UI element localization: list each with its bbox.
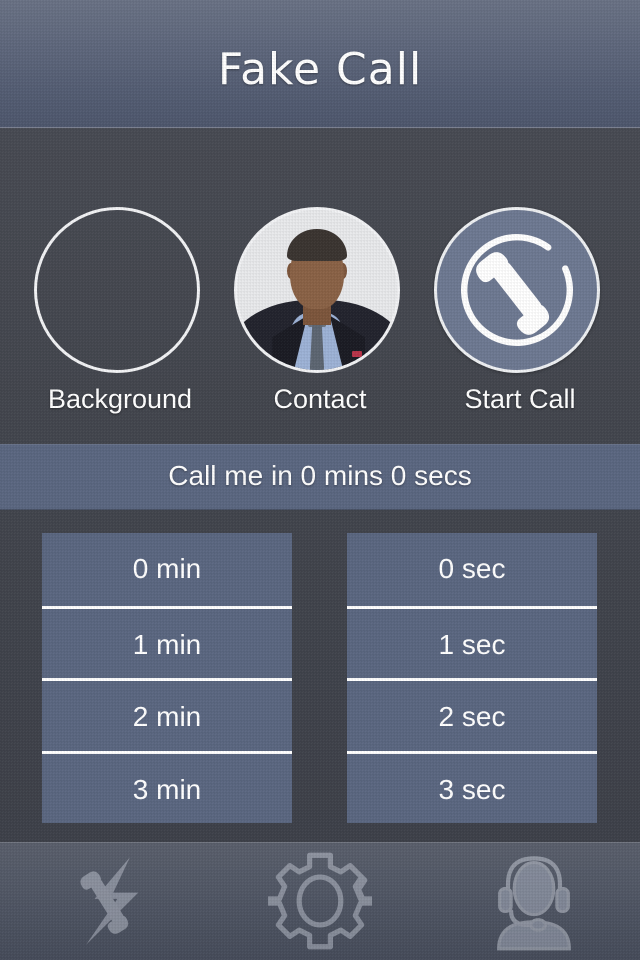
- minutes-option[interactable]: 1 min: [42, 605, 292, 679]
- seconds-option[interactable]: 0 sec: [347, 533, 597, 606]
- contact-avatar[interactable]: [234, 207, 400, 373]
- minutes-option[interactable]: 2 min: [42, 678, 292, 751]
- main-content: Background Contact Start Call Call me in…: [0, 128, 640, 842]
- countdown-text: Call me in 0 mins 0 secs: [168, 460, 472, 491]
- page-title: Fake Call: [217, 44, 423, 95]
- background-button[interactable]: Background: [20, 128, 220, 428]
- background-label: Background: [47, 384, 193, 414]
- contact-label: Contact: [273, 384, 367, 414]
- support-button[interactable]: [427, 842, 640, 960]
- gear-icon[interactable]: [267, 849, 372, 953]
- instant-call-button[interactable]: [0, 842, 213, 960]
- countdown-banner: Call me in 0 mins 0 secs: [0, 444, 640, 510]
- start-call-label: Start Call: [464, 384, 576, 414]
- phone-lightning-icon[interactable]: [55, 849, 159, 953]
- seconds-option[interactable]: 3 sec: [347, 750, 597, 824]
- contact-photo: [237, 210, 397, 370]
- seconds-option[interactable]: 2 sec: [347, 678, 597, 751]
- phone-handset-icon[interactable]: [434, 207, 600, 373]
- action-row: Background Contact Start Call: [0, 128, 640, 428]
- seconds-option[interactable]: 1 sec: [347, 605, 597, 679]
- bottom-toolbar: [0, 842, 640, 960]
- settings-button[interactable]: [213, 842, 426, 960]
- start-call-button[interactable]: Start Call: [420, 128, 620, 428]
- headset-person-icon[interactable]: [482, 849, 586, 953]
- seconds-picker[interactable]: 0 sec 1 sec 2 sec 3 sec: [347, 533, 597, 823]
- minutes-picker[interactable]: 0 min 1 min 2 min 3 min: [42, 533, 292, 823]
- minutes-option[interactable]: 0 min: [42, 533, 292, 606]
- app-header: Fake Call: [0, 0, 640, 128]
- minutes-option[interactable]: 3 min: [42, 750, 292, 824]
- contact-button[interactable]: Contact: [220, 128, 420, 428]
- empty-circle-icon[interactable]: [34, 207, 200, 373]
